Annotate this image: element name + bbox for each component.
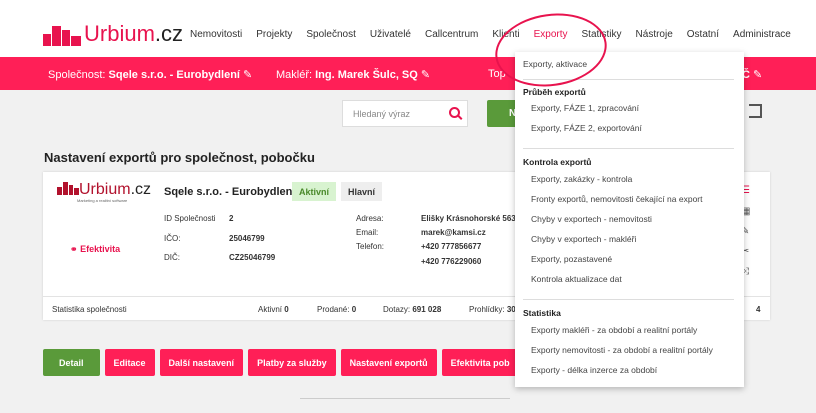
edit-button[interactable]: Editace	[104, 349, 155, 376]
menu-item[interactable]: Exporty nemovitosti - za období a realit…	[531, 345, 713, 355]
contact-value: +420 777856677	[421, 242, 482, 251]
stat-right: 4	[756, 305, 761, 314]
branch-efficiency-button[interactable]: Efektivita pob	[441, 349, 519, 376]
nav-item-spolecnost[interactable]: Společnost	[306, 29, 355, 40]
company-name: Sqele s.r.o. - Eurobydlení	[164, 186, 296, 198]
city-logo-icon	[57, 182, 79, 195]
search-icon[interactable]	[449, 107, 460, 118]
contact-label: Email:	[356, 228, 379, 237]
pencil-icon: ✎	[243, 69, 253, 81]
field-value: 25046799	[229, 234, 265, 243]
menu-section-title: Statistika	[523, 308, 561, 318]
exports-dropdown-menu: Exporty, aktivace Průběh exportů Exporty…	[515, 52, 744, 387]
menu-item[interactable]: Fronty exportů, nemovitosti čekající na …	[531, 194, 703, 204]
pencil-icon: ✎	[420, 69, 431, 81]
contact-value: marek@kamsi.cz	[421, 228, 486, 237]
link-icon: ⚭	[70, 244, 78, 254]
nav-item-nastroje[interactable]: Nástroje	[636, 29, 673, 40]
more-settings-button[interactable]: Další nastavení	[159, 349, 244, 376]
menu-item[interactable]: Exporty, zakázky - kontrola	[531, 174, 632, 184]
broker-selector[interactable]: Makléř: Ing. Marek Šulc, SQ ✎	[276, 68, 430, 81]
menu-item[interactable]: Exporty makléři - za období a realitní p…	[531, 325, 697, 335]
stat-sold: Prodané: 0	[317, 305, 357, 314]
menu-item[interactable]: Exporty, FÁZE 2, exportování	[531, 123, 642, 133]
company-selector[interactable]: Společnost: Sqele s.r.o. - Eurobydlení ✎	[48, 68, 252, 81]
field-value: 2	[229, 214, 234, 223]
company-logo: Urbium.cz Marketing a realitní software	[57, 181, 151, 203]
brand-name-red: Urbium	[84, 21, 155, 46]
logo-tagline: Marketing a realitní software	[77, 198, 128, 203]
efektivita-link[interactable]: ⚭ Efektivita	[70, 244, 120, 255]
stat-active: Aktivní 0	[258, 305, 289, 314]
menu-item[interactable]: Exporty, FÁZE 1, zpracování	[531, 103, 639, 113]
stats-label: Statistika společnosti	[52, 305, 127, 314]
city-logo-icon	[43, 26, 81, 46]
menu-item[interactable]: Exporty, pozastavené	[531, 254, 612, 264]
menu-item[interactable]: Exporty - délka inzerce za období	[531, 365, 657, 375]
field-value: CZ25046799	[229, 253, 276, 262]
contact-label: Telefon:	[356, 242, 385, 251]
main-nav: Nemovitosti Projekty Společnost Uživatel…	[190, 29, 805, 40]
top-bar: Urbium.cz Nemovitosti Projekty Společnos…	[0, 0, 816, 57]
page-title: Nastavení exportů pro společnost, pobočk…	[44, 150, 315, 165]
nav-item-projekty[interactable]: Projekty	[256, 29, 292, 40]
field-label: ID Společnosti	[164, 214, 216, 223]
payments-button[interactable]: Platby za služby	[248, 349, 336, 376]
contact-value: Elišky Krásnohorské 563	[421, 214, 516, 223]
divider	[523, 148, 734, 149]
detail-button[interactable]: Detail	[43, 349, 100, 376]
stat-queries: Dotazy: 691 028	[383, 305, 442, 314]
logout-icon[interactable]	[749, 104, 762, 118]
menu-item[interactable]: Chyby v exportech - nemovitosti	[531, 214, 652, 224]
nav-item-nemovitosti[interactable]: Nemovitosti	[190, 29, 242, 40]
export-settings-button[interactable]: Nastavení exportů	[340, 349, 437, 376]
status-badge-main: Hlavní	[341, 182, 383, 201]
search-input[interactable]: Hledaný výraz	[342, 100, 468, 127]
pencil-icon: ✎	[753, 69, 763, 81]
nav-item-administrace[interactable]: Administrace	[733, 29, 791, 40]
contact-label: Adresa:	[356, 214, 384, 223]
action-buttons: Detail Editace Další nastavení Platby za…	[43, 349, 524, 376]
menu-item[interactable]: Chyby v exportech - makléři	[531, 234, 636, 244]
nav-item-callcentrum[interactable]: Callcentrum	[425, 29, 478, 40]
field-label: IČO:	[164, 234, 181, 243]
contact-value: +420 776229060	[421, 257, 482, 266]
brand-logo[interactable]: Urbium.cz	[43, 22, 183, 46]
divider	[300, 398, 510, 399]
brand-name-dark: .cz	[154, 21, 184, 46]
stat-viewings: Prohlídky: 30	[469, 305, 516, 314]
nav-item-uzivatele[interactable]: Uživatelé	[370, 29, 411, 40]
menu-section-title: Kontrola exportů	[523, 157, 592, 167]
status-badge-active: Aktivní	[292, 182, 337, 201]
divider	[523, 299, 734, 300]
menu-item[interactable]: Kontrola aktualizace dat	[531, 274, 622, 284]
right-selector[interactable]: Č ✎	[742, 68, 762, 81]
field-label: DIČ:	[164, 253, 180, 262]
nav-item-ostatni[interactable]: Ostatní	[687, 29, 719, 40]
menu-section-title: Průběh exportů	[523, 87, 586, 97]
